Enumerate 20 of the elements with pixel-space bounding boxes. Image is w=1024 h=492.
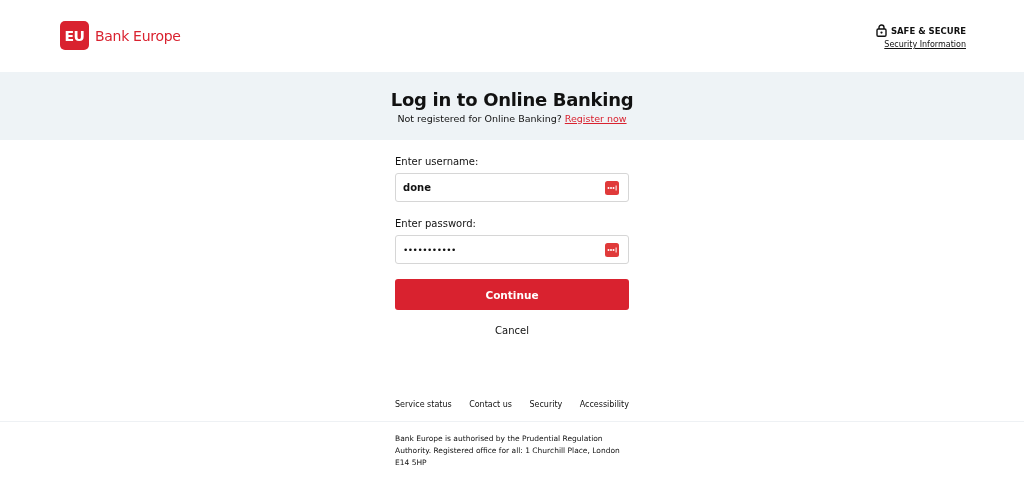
field-label: Enter username: [395,156,480,167]
input-field[interactable]: ••••••••••• [395,235,629,264]
brand-name: Bank Europe [95,27,181,44]
security-information-link[interactable]: Security Information [884,40,966,49]
register-link[interactable]: Register now [564,112,627,124]
safe-secure-label: SAFE & SECURE [890,25,966,36]
page-title: Log in to Online Banking [390,88,634,110]
field-label: Enter password: [395,218,477,229]
password-manager-icon[interactable] [605,242,619,257]
continue-button[interactable]: Continue [395,279,629,310]
footer-link[interactable]: Accessibility [579,400,629,409]
cancel-link[interactable]: Cancel [495,325,529,336]
logo-mark: EU [60,21,89,50]
input-field[interactable]: done [395,173,629,202]
footer-link[interactable]: Service status [395,400,452,409]
padlock-icon [875,24,887,37]
footer-link[interactable]: Contact us [469,400,513,409]
password-manager-icon[interactable] [605,180,619,195]
footer-link[interactable]: Security [529,400,563,409]
register-prompt: Not registered for Online Banking? Register now [397,112,627,124]
